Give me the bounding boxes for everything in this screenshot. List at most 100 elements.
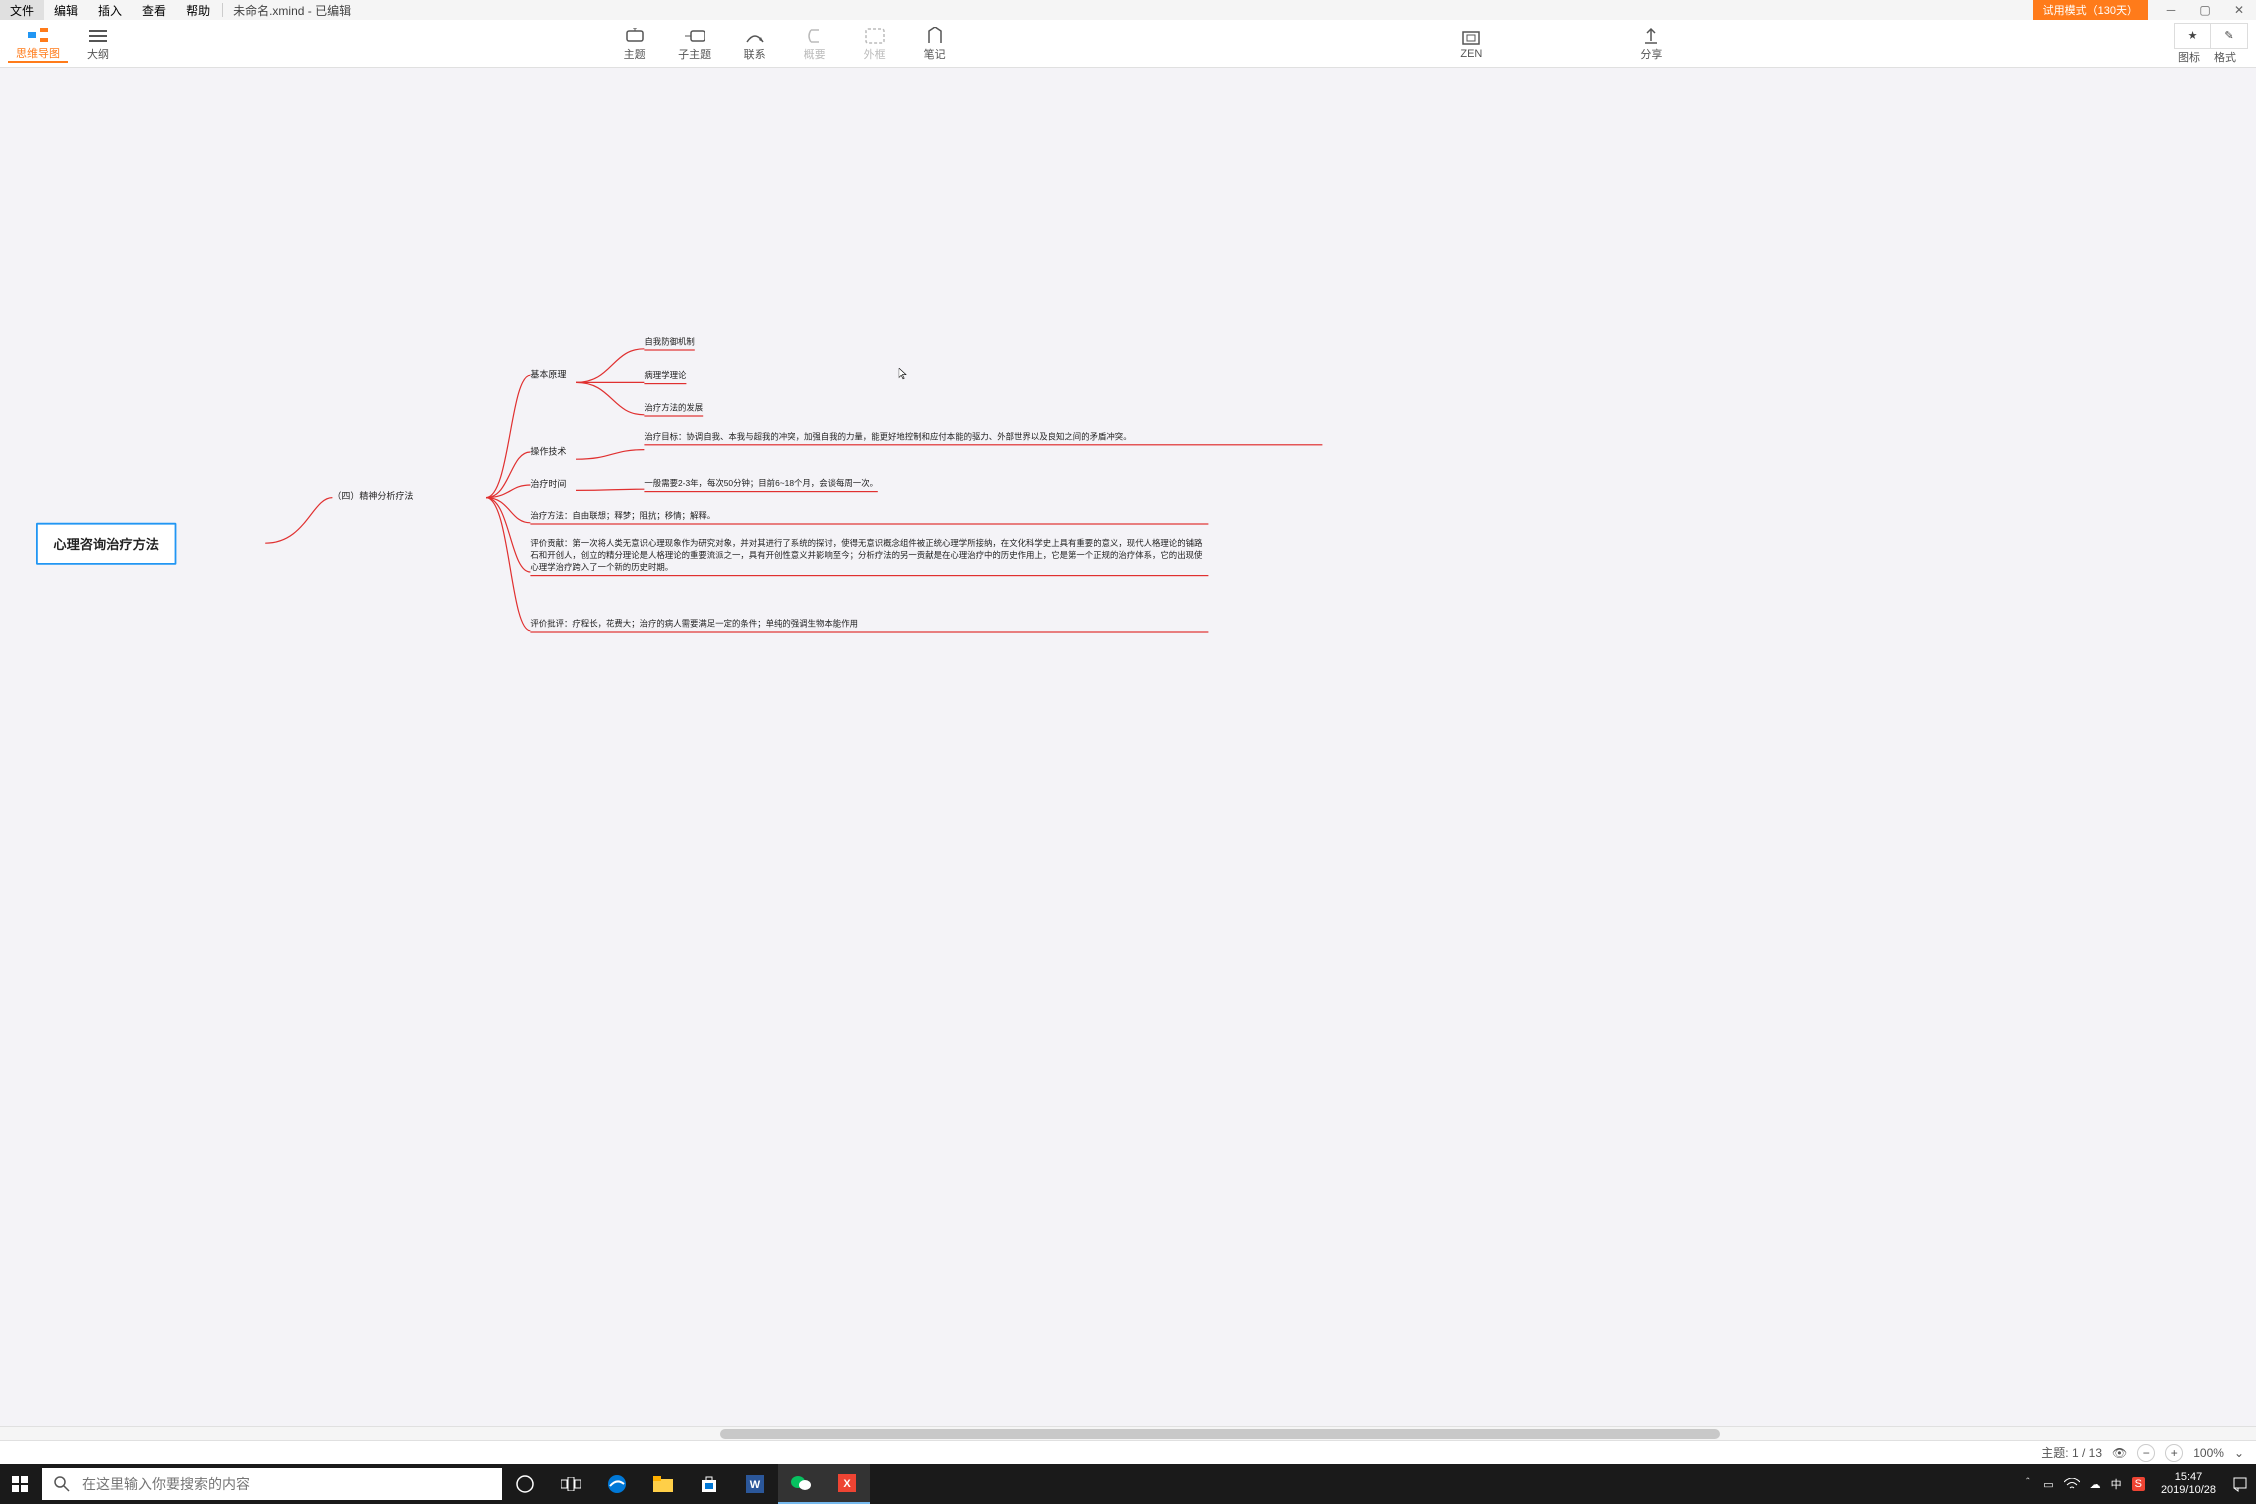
close-button[interactable]: ✕ [2222, 0, 2256, 20]
search-icon [42, 1476, 82, 1492]
svg-text:X: X [843, 1478, 851, 1490]
btn-share[interactable]: 分享 [1621, 26, 1681, 62]
btn-label: 图标 [2171, 49, 2207, 65]
btn-format[interactable]: ✎ [2211, 24, 2247, 48]
taskbar: W X ＾ ▭ ☁ 中 S 15:47 2019/10/28 [0, 1464, 2256, 1504]
svg-text:W: W [750, 1479, 761, 1491]
leaf-b2[interactable]: 病理学理论 [644, 369, 686, 384]
menubar: 文件 编辑 插入 查看 帮助 未命名.xmind - 已编辑 试用模式（130天… [0, 0, 2256, 20]
relation-icon [745, 26, 765, 46]
doc-title: 未命名.xmind - 已编辑 [225, 0, 359, 21]
tab-label: 思维导图 [16, 45, 60, 61]
wechat-icon[interactable] [778, 1464, 824, 1504]
mindmap-icon [28, 25, 48, 45]
node-time[interactable]: 治疗时间 [530, 477, 566, 490]
btn-label: 分享 [1640, 46, 1662, 62]
btn-label: 子主题 [678, 46, 711, 62]
maximize-button[interactable]: ▢ [2188, 0, 2222, 20]
tab-outline[interactable]: 大纲 [68, 25, 128, 63]
btn-summary: 概要 [785, 26, 845, 62]
taskbar-search[interactable] [42, 1468, 502, 1500]
topic-count: 主题: 1 / 13 [2041, 1444, 2102, 1461]
system-tray: ＾ ▭ ☁ 中 S 15:47 2019/10/28 [2014, 1471, 2256, 1497]
clock-date: 2019/10/28 [2161, 1484, 2216, 1497]
toolbar: 思维导图 大纲 主题 子主题 联系 [0, 20, 2256, 68]
zen-icon [1461, 28, 1481, 48]
statusbar: 主题: 1 / 13 👁 − + 100% ⌄ [0, 1440, 2256, 1464]
leaf-op1[interactable]: 治疗目标：协调自我、本我与超我的冲突，加强自我的力量，能更好地控制和应付本能的驱… [644, 430, 1322, 445]
h-scrollbar[interactable] [0, 1426, 2256, 1440]
cortana-icon[interactable] [502, 1464, 548, 1504]
btn-label: 联系 [744, 46, 766, 62]
eye-icon[interactable]: 👁 [2112, 1446, 2127, 1460]
btn-icons[interactable]: ★ [2175, 24, 2211, 48]
zoom-out-button[interactable]: − [2137, 1444, 2155, 1462]
root-node[interactable]: 心理咨询治疗方法 [36, 523, 176, 565]
divider [222, 3, 223, 17]
ime-icon[interactable]: 中 [2111, 1476, 2122, 1492]
windows-icon [12, 1476, 28, 1492]
clock[interactable]: 15:47 2019/10/28 [2155, 1471, 2222, 1497]
note-icon [925, 26, 945, 46]
taskview-icon[interactable] [548, 1464, 594, 1504]
node-sub1[interactable]: （四）精神分析疗法 [332, 489, 413, 502]
btn-subtopic[interactable]: 子主题 [665, 26, 725, 62]
sogou-icon[interactable]: S [2132, 1477, 2145, 1491]
menu-edit[interactable]: 编辑 [44, 0, 88, 21]
notifications-icon[interactable] [2232, 1476, 2248, 1492]
chevron-up-icon[interactable]: ＾ [2022, 1476, 2033, 1492]
btn-label: 主题 [624, 46, 646, 62]
menu-help[interactable]: 帮助 [176, 0, 220, 21]
trial-badge[interactable]: 试用模式（130天） [2033, 0, 2148, 20]
btn-note[interactable]: 笔记 [905, 26, 965, 62]
zoom-in-button[interactable]: + [2165, 1444, 2183, 1462]
node-basic[interactable]: 基本原理 [530, 368, 566, 381]
menu-insert[interactable]: 插入 [88, 0, 132, 21]
subtopic-icon [685, 26, 705, 46]
leaf-contrib[interactable]: 评价贡献：第一次将人类无意识心理现象作为研究对象，并对其进行了系统的探讨，使得无… [530, 537, 1208, 576]
btn-label: 外框 [864, 46, 886, 62]
btn-label: ZEN [1460, 48, 1482, 60]
leaf-method[interactable]: 治疗方法：自由联想；释梦；阻抗；移情；解释。 [530, 510, 1208, 525]
menu-file[interactable]: 文件 [0, 0, 44, 21]
summary-icon [805, 26, 825, 46]
leaf-b3[interactable]: 治疗方法的发展 [644, 402, 703, 417]
brush-icon: ✎ [2224, 29, 2233, 42]
wifi-icon[interactable] [2064, 1478, 2080, 1490]
node-op[interactable]: 操作技术 [530, 445, 566, 458]
topic-icon [625, 26, 645, 46]
clock-time: 15:47 [2161, 1471, 2216, 1484]
btn-relation[interactable]: 联系 [725, 26, 785, 62]
share-icon [1641, 26, 1661, 46]
btn-zen[interactable]: ZEN [1441, 28, 1501, 60]
cursor-icon [899, 368, 909, 380]
canvas[interactable]: 心理咨询治疗方法 （四）精神分析疗法 基本原理 操作技术 治疗时间 自我防御机制… [0, 68, 2256, 1426]
search-input[interactable] [82, 1476, 502, 1492]
btn-label: 格式 [2207, 49, 2243, 65]
explorer-icon[interactable] [640, 1464, 686, 1504]
word-icon[interactable]: W [732, 1464, 778, 1504]
btn-label: 概要 [804, 46, 826, 62]
star-icon: ★ [2188, 29, 2198, 42]
menu-view[interactable]: 查看 [132, 0, 176, 21]
edge-icon[interactable] [594, 1464, 640, 1504]
zoom-value: 100% [2193, 1446, 2224, 1460]
leaf-time1[interactable]: 一般需要2-3年，每次50分钟；目前6~18个月，会谈每周一次。 [644, 477, 878, 492]
scrollbar-thumb[interactable] [720, 1429, 1720, 1439]
chevron-down-icon[interactable]: ⌄ [2234, 1446, 2244, 1460]
tab-mindmap[interactable]: 思维导图 [8, 25, 68, 63]
onedrive-icon[interactable]: ☁ [2090, 1478, 2101, 1491]
outline-icon [88, 26, 108, 46]
boundary-icon [865, 26, 885, 46]
tab-label: 大纲 [87, 46, 109, 62]
start-button[interactable] [0, 1464, 40, 1504]
btn-topic[interactable]: 主题 [605, 26, 665, 62]
leaf-b1[interactable]: 自我防御机制 [644, 336, 694, 351]
xmind-icon[interactable]: X [824, 1464, 870, 1504]
btn-boundary: 外框 [845, 26, 905, 62]
btn-label: 笔记 [924, 46, 946, 62]
minimize-button[interactable]: ─ [2154, 0, 2188, 20]
battery-icon[interactable]: ▭ [2043, 1478, 2053, 1491]
leaf-crit[interactable]: 评价批评：疗程长，花费大；治疗的病人需要满足一定的条件；单纯的强调生物本能作用 [530, 618, 1208, 633]
store-icon[interactable] [686, 1464, 732, 1504]
